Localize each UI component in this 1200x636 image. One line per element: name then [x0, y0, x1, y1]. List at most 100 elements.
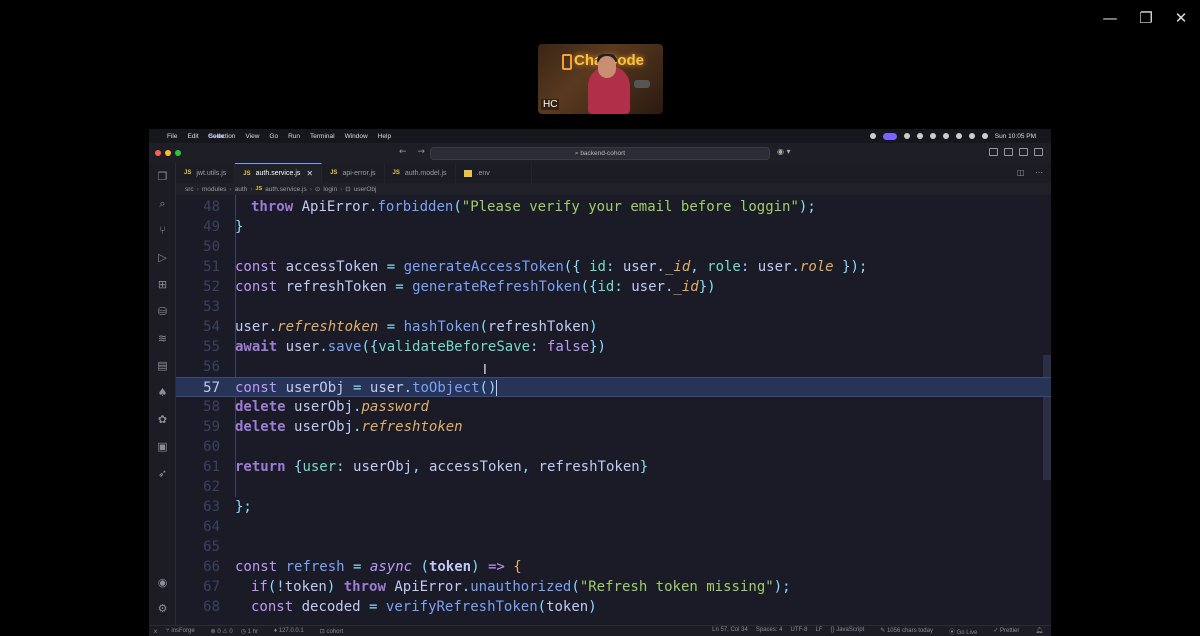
back-arrow-icon[interactable]: ←: [399, 147, 407, 157]
database-icon[interactable]: ⛁: [156, 306, 169, 318]
host-item[interactable]: ♦ 127.0.0.1: [274, 628, 312, 634]
time-item[interactable]: ◷ 1 hr: [241, 628, 266, 635]
menu-view[interactable]: View: [245, 133, 259, 140]
code-editor[interactable]: 48 throw ApiError.forbidden("Please verif…: [176, 195, 1051, 625]
menu-run[interactable]: Run: [288, 133, 300, 140]
breadcrumb-function[interactable]: login: [323, 186, 337, 193]
code-line[interactable]: 49}: [176, 217, 1051, 237]
control-icon[interactable]: [903, 133, 910, 139]
menu-app-name[interactable]: Code: [208, 133, 224, 140]
source-control-icon[interactable]: ⑂: [156, 225, 169, 237]
more-actions-icon[interactable]: ⋯: [1035, 168, 1043, 177]
menubar-clock[interactable]: Sun 10:05 PM: [995, 133, 1036, 140]
search-icon[interactable]: ⌕: [156, 198, 169, 210]
status-icon[interactable]: [869, 133, 876, 139]
go-live-button[interactable]: ⦿ Go Live: [949, 627, 985, 636]
code-line[interactable]: 63};: [176, 497, 1051, 517]
code-line[interactable]: 56: [176, 357, 1051, 377]
toggle-panel-icon[interactable]: [1004, 148, 1013, 156]
code-line[interactable]: 55 await user.save({validateBeforeSave: f…: [176, 337, 1051, 357]
siri-icon[interactable]: [981, 133, 988, 139]
terminal-icon[interactable]: ▤: [156, 360, 169, 372]
docker-icon[interactable]: ▣: [156, 441, 169, 453]
remote-icon[interactable]: ⨯: [153, 628, 158, 635]
end-of-line[interactable]: LF: [816, 627, 823, 636]
mouse-ibeam-cursor-icon: Ⅰ: [483, 363, 487, 378]
menu-window[interactable]: Window: [345, 133, 368, 140]
chars-today[interactable]: ✎ 1056 chars today: [880, 627, 941, 636]
explorer-icon[interactable]: ❐: [156, 171, 169, 183]
command-center-search[interactable]: ⌕ backend-cohort: [430, 147, 770, 160]
wifi-icon[interactable]: [955, 133, 962, 139]
breadcrumb-src[interactable]: src: [185, 186, 194, 193]
settings-gear-icon[interactable]: ⚙: [156, 603, 169, 615]
run-debug-icon[interactable]: ▷: [156, 252, 169, 264]
tab-api-error[interactable]: JS api-error.js: [322, 163, 385, 183]
tab-auth-service[interactable]: JS auth.service.js ✕: [235, 163, 323, 183]
code-line[interactable]: 52 const refreshToken = generateRefreshTo…: [176, 277, 1051, 297]
control-center-icon[interactable]: [968, 133, 975, 139]
code-line[interactable]: 58 delete userObj.password: [176, 397, 1051, 417]
code-line[interactable]: 62: [176, 477, 1051, 497]
branch-item[interactable]: ⑂ insForge: [166, 628, 203, 634]
breadcrumb-auth[interactable]: auth: [235, 186, 248, 193]
menu-file[interactable]: File: [167, 133, 177, 140]
battery-icon[interactable]: [929, 133, 936, 139]
prettier-button[interactable]: ✓ Prettier: [993, 627, 1027, 636]
extensions-icon[interactable]: ⊞: [156, 279, 169, 291]
control-icon[interactable]: [916, 133, 923, 139]
menu-terminal[interactable]: Terminal: [310, 133, 335, 140]
project-item[interactable]: ⊡ cohort: [320, 628, 351, 635]
minimize-button[interactable]: —: [1100, 8, 1120, 28]
tab-auth-model[interactable]: JS auth.model.js: [385, 163, 456, 183]
code-line[interactable]: 68 const decoded = verifyRefreshToken(tok…: [176, 597, 1051, 617]
current-code-line[interactable]: 57 const userObj = user.toObject(): [176, 377, 1051, 397]
code-line[interactable]: 64: [176, 517, 1051, 537]
language-mode[interactable]: {} JavaScript: [831, 627, 873, 636]
breadcrumb-symbol[interactable]: userObj: [354, 186, 377, 193]
breadcrumb-file[interactable]: auth.service.js: [265, 186, 307, 193]
indentation[interactable]: Spaces: 4: [756, 627, 783, 636]
problems-item[interactable]: ⊗ 0 ⚠ 0: [211, 628, 233, 635]
breadcrumb-modules[interactable]: modules: [202, 186, 227, 193]
code-line[interactable]: 65: [176, 537, 1051, 557]
code-line[interactable]: 54 user.refreshtoken = hashToken(refreshT…: [176, 317, 1051, 337]
code-line[interactable]: 53: [176, 297, 1051, 317]
code-line[interactable]: 61 return {user: userObj, accessToken, re…: [176, 457, 1051, 477]
code-line[interactable]: 50: [176, 237, 1051, 257]
code-line[interactable]: 48 throw ApiError.forbidden("Please verif…: [176, 197, 1051, 217]
js-file-icon: JS: [255, 186, 263, 192]
recording-indicator-icon[interactable]: [882, 132, 897, 140]
minimize-window-button[interactable]: [165, 150, 171, 156]
menu-help[interactable]: Help: [378, 133, 391, 140]
code-line[interactable]: 66 const refresh = async (token) => {: [176, 557, 1051, 577]
deploy-icon[interactable]: ➶: [156, 468, 169, 480]
encoding[interactable]: UTF-8: [791, 627, 808, 636]
bluetooth-icon[interactable]: [942, 133, 949, 139]
layers-icon[interactable]: ≋: [156, 333, 169, 345]
copilot-icon[interactable]: ◉ ▾: [777, 147, 801, 160]
mongodb-icon[interactable]: ♠: [156, 387, 169, 399]
code-line[interactable]: 67 if(!token) throw ApiError.unauthorized…: [176, 577, 1051, 597]
toggle-secondary-sidebar-icon[interactable]: [1019, 148, 1028, 156]
code-line[interactable]: 51 const accessToken = generateAccessToke…: [176, 257, 1051, 277]
notifications-icon[interactable]: 🔔︎: [1035, 627, 1043, 636]
close-tab-icon[interactable]: ✕: [306, 169, 313, 178]
code-line[interactable]: 60: [176, 437, 1051, 457]
menu-edit[interactable]: Edit: [187, 133, 198, 140]
tab-jwt-utils[interactable]: JS jwt.utils.js: [176, 163, 236, 183]
account-icon[interactable]: ◉: [156, 577, 169, 589]
close-button[interactable]: ✕: [1171, 8, 1191, 28]
python-icon[interactable]: ✿: [156, 414, 169, 426]
menu-go[interactable]: Go: [269, 133, 278, 140]
zoom-window-button[interactable]: [175, 150, 181, 156]
customize-layout-icon[interactable]: [1034, 148, 1043, 156]
restore-button[interactable]: ❐: [1136, 8, 1156, 28]
forward-arrow-icon[interactable]: →: [417, 147, 425, 157]
toggle-primary-sidebar-icon[interactable]: [989, 148, 998, 156]
split-editor-icon[interactable]: ◫: [1017, 168, 1025, 177]
code-line[interactable]: 59 delete userObj.refreshtoken: [176, 417, 1051, 437]
cursor-position[interactable]: Ln 57, Col 34: [712, 627, 748, 636]
tab-env[interactable]: .env: [456, 163, 532, 183]
close-window-button[interactable]: [155, 150, 161, 156]
